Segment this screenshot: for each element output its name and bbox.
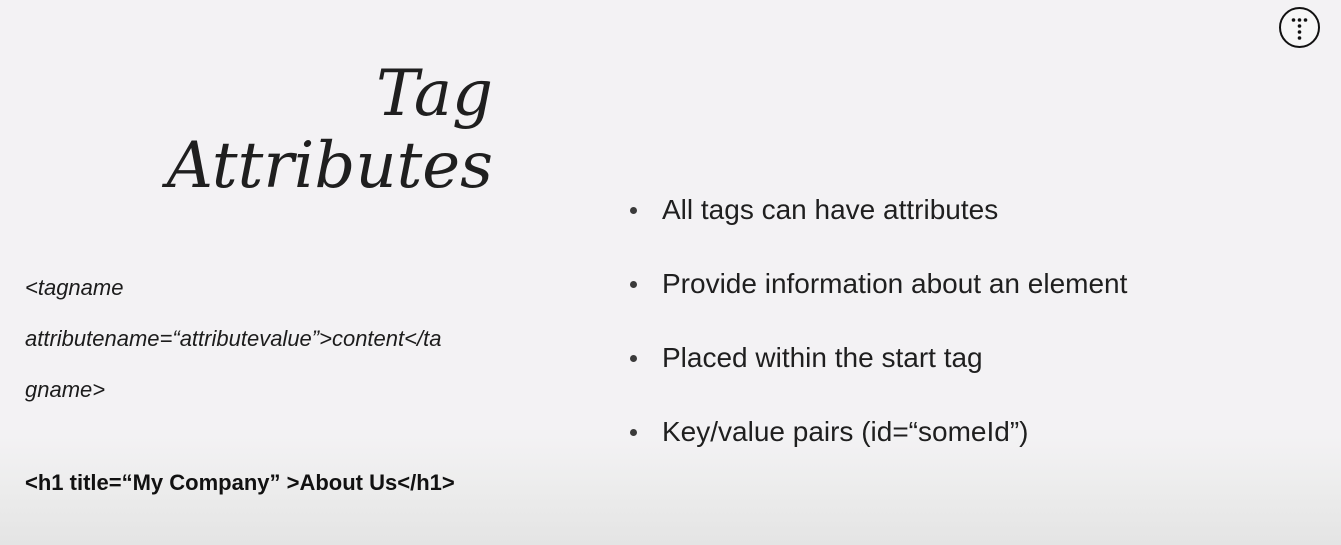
slide-title-line-2: Attributes [166,129,493,203]
bullet-item: Key/value pairs (id=“someId”) [628,412,1127,486]
attribute-syntax: <tagname attributename=“attributevalue”>… [25,262,545,415]
syntax-line-2: attributename=“attributevalue”>content</… [25,326,442,351]
bullet-text: Key/value pairs (id=“someId”) [662,416,1029,447]
bullet-dot-icon [630,429,637,436]
syntax-line-1: <tagname [25,275,124,300]
syntax-line-3: gname> [25,377,106,402]
slide-title: Tag Attributes [167,58,493,202]
bullet-text: Provide information about an element [662,268,1128,299]
bullet-list: All tags can have attributes Provide inf… [628,190,1127,486]
bullet-dot-icon [630,355,637,362]
bullet-dot-icon [630,281,637,288]
bullet-dot-icon [630,207,637,214]
bullet-text: Placed within the start tag [662,342,983,373]
code-example: <h1 title=“My Company” >About Us</h1> [25,470,455,495]
t-dots-logo-icon [1279,7,1320,48]
t-dots-logo-glyph [1291,18,1308,40]
bullet-item: Provide information about an element [628,264,1127,338]
bullet-text: All tags can have attributes [662,194,999,225]
bullet-item: All tags can have attributes [628,190,1127,264]
slide-title-line-1: Tag [376,57,493,131]
bullet-item: Placed within the start tag [628,338,1127,412]
